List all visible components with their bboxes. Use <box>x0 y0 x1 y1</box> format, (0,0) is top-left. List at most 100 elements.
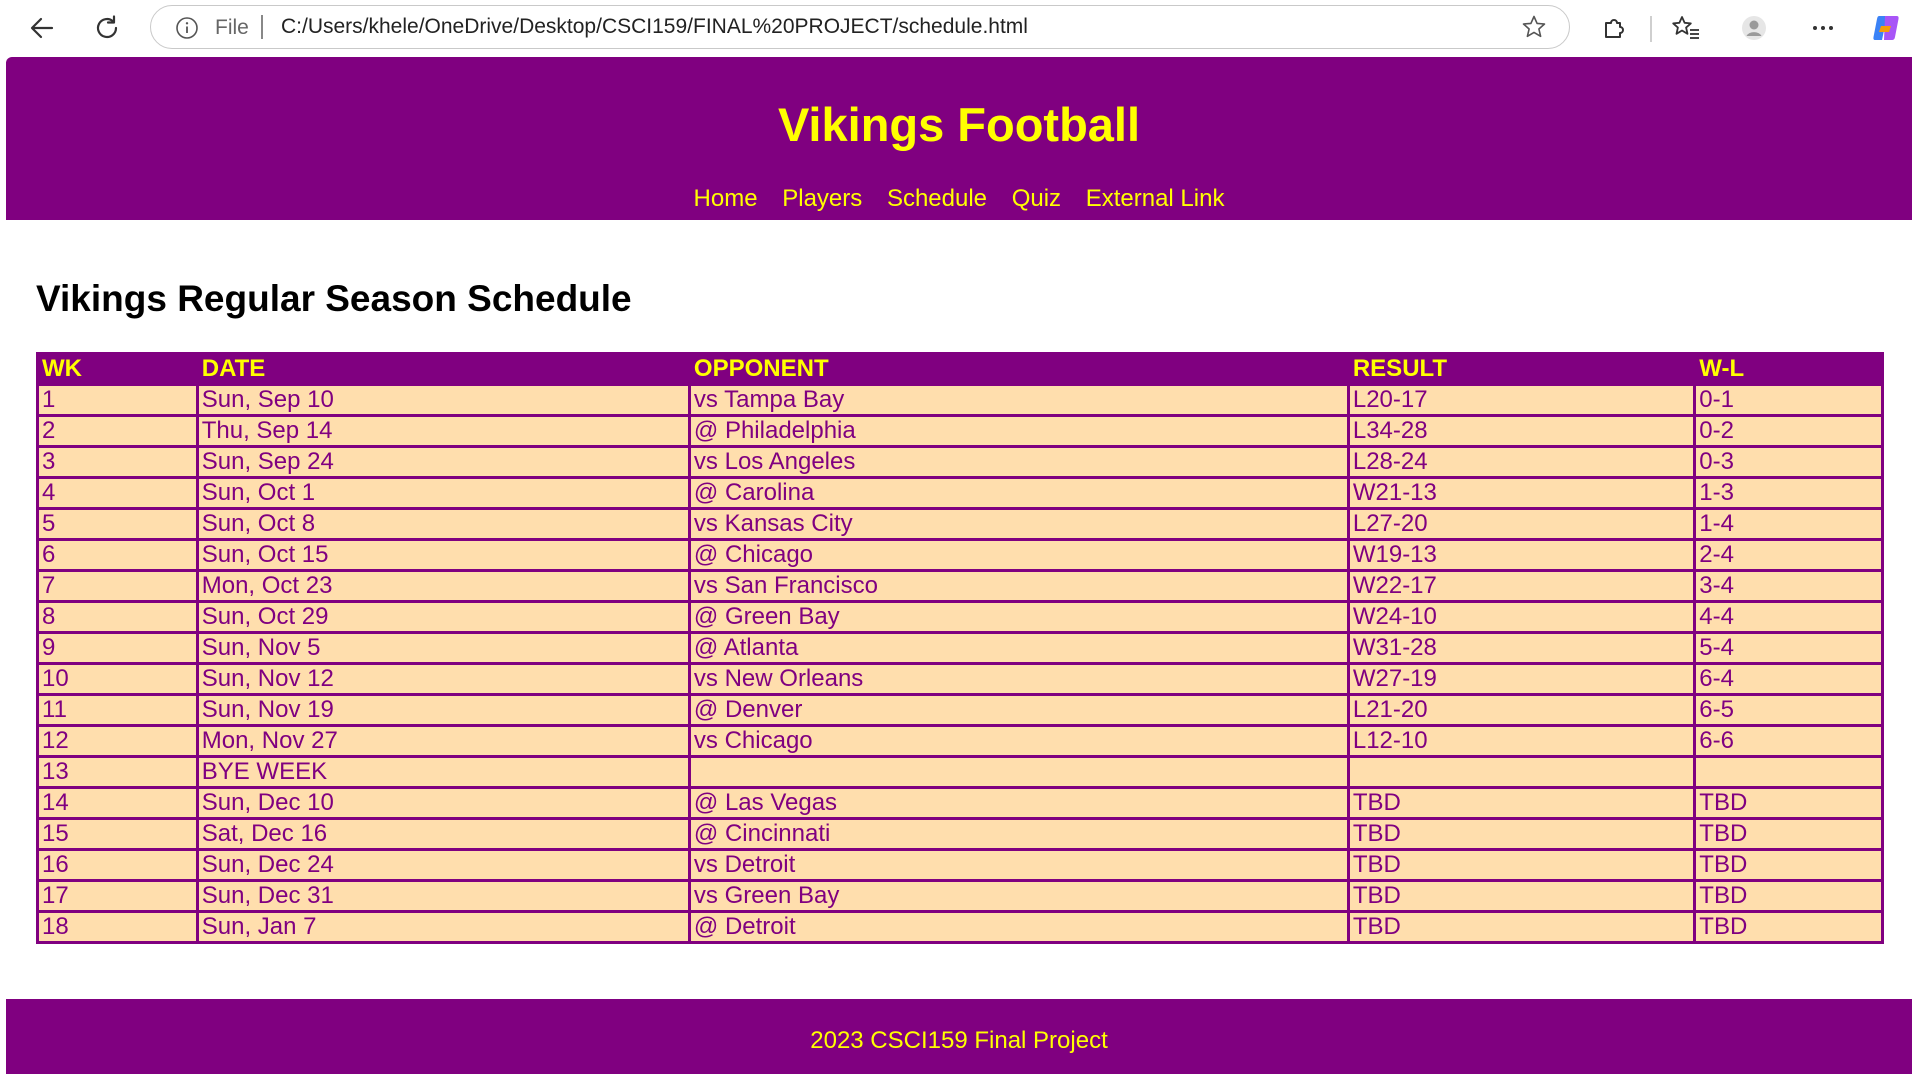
cell-opponent: @ Philadelphia <box>687 414 1350 448</box>
address-bar[interactable]: File C:/Users/khele/OneDrive/Desktop/CSC… <box>150 5 1570 49</box>
table-row: 18 Sun, Jan 7 @ Detroit TBD TBD <box>36 910 1884 944</box>
copilot-button[interactable] <box>1864 8 1908 48</box>
column-header-record: W-L <box>1693 352 1884 386</box>
table-row: 14 Sun, Dec 10 @ Las Vegas TBD TBD <box>36 786 1884 820</box>
cell-week: 1 <box>36 383 199 417</box>
cell-opponent: @ Chicago <box>687 538 1350 572</box>
nav-external-link[interactable]: External Link <box>1086 185 1225 212</box>
cell-date: Sun, Oct 8 <box>195 507 691 541</box>
cell-opponent: vs Green Bay <box>687 879 1350 913</box>
nav-quiz[interactable]: Quiz <box>1012 185 1061 212</box>
cell-opponent: @ Detroit <box>687 910 1350 944</box>
cell-date: Sun, Nov 19 <box>195 693 691 727</box>
table-row: 3 Sun, Sep 24 vs Los Angeles L28-24 0-3 <box>36 445 1884 479</box>
cell-record: TBD <box>1693 786 1884 820</box>
file-label: File <box>215 16 249 39</box>
cell-result: L20-17 <box>1346 383 1697 417</box>
cell-result <box>1346 755 1697 789</box>
cell-date: Sun, Sep 10 <box>195 383 691 417</box>
cell-opponent: vs Kansas City <box>687 507 1350 541</box>
site-title: Vikings Football <box>777 98 1141 151</box>
cell-week: 13 <box>36 755 199 789</box>
cell-result: W24-10 <box>1346 600 1697 634</box>
cell-date: BYE WEEK <box>195 755 691 789</box>
cell-date: Sun, Nov 5 <box>195 631 691 665</box>
star-icon[interactable] <box>1521 14 1547 45</box>
reload-button[interactable] <box>86 8 130 48</box>
cell-result: TBD <box>1346 848 1697 882</box>
table-row: 7 Mon, Oct 23 vs San Francisco W22-17 3-4 <box>36 569 1884 603</box>
favorites-button[interactable] <box>1664 8 1708 48</box>
cell-date: Sun, Dec 31 <box>195 879 691 913</box>
info-icon[interactable] <box>175 16 199 45</box>
address-separator <box>261 15 263 39</box>
cell-week: 6 <box>36 538 199 572</box>
cell-record: 6-6 <box>1693 724 1884 758</box>
reload-icon <box>96 15 118 39</box>
cell-opponent <box>687 755 1350 789</box>
table-row: 9 Sun, Nov 5 @ Atlanta W31-28 5-4 <box>36 631 1884 665</box>
cell-record: 0-1 <box>1693 383 1884 417</box>
cell-record: 1-3 <box>1693 476 1884 510</box>
column-header-opponent: OPPONENT <box>687 352 1350 386</box>
table-body: 1 Sun, Sep 10 vs Tampa Bay L20-17 0-1 2 Thu, S… <box>36 383 1884 944</box>
cell-result: TBD <box>1346 817 1697 851</box>
cell-record: 5-4 <box>1693 631 1884 665</box>
table-row: 13 BYE WEEK <box>36 755 1884 789</box>
page-title: Vikings Regular Season Schedule <box>36 278 632 319</box>
schedule-table: WK DATE OPPONENT RESULT W-L 1 Sun, Sep 10 vs T… <box>36 352 1884 944</box>
cell-result: L21-20 <box>1346 693 1697 727</box>
cell-opponent: vs San Francisco <box>687 569 1350 603</box>
extensions-button[interactable] <box>1592 8 1636 48</box>
cell-week: 4 <box>36 476 199 510</box>
table-row: 4 Sun, Oct 1 @ Carolina W21-13 1-3 <box>36 476 1884 510</box>
nav-players[interactable]: Players <box>782 185 862 212</box>
table-row: 10 Sun, Nov 12 vs New Orleans W27-19 6-4 <box>36 662 1884 696</box>
table-row: 17 Sun, Dec 31 vs Green Bay TBD TBD <box>36 879 1884 913</box>
cell-record: 2-4 <box>1693 538 1884 572</box>
url-text[interactable]: C:/Users/khele/OneDrive/Desktop/CSCI159/… <box>281 15 1028 39</box>
extensions-icon <box>1605 19 1624 38</box>
profile-icon <box>1742 16 1766 40</box>
cell-date: Sun, Dec 24 <box>195 848 691 882</box>
nav-schedule[interactable]: Schedule <box>887 185 987 212</box>
table-row: 5 Sun, Oct 8 vs Kansas City L27-20 1-4 <box>36 507 1884 541</box>
cell-result: TBD <box>1346 786 1697 820</box>
cell-opponent: @ Cincinnati <box>687 817 1350 851</box>
cell-week: 14 <box>36 786 199 820</box>
cell-record: TBD <box>1693 879 1884 913</box>
table-row: 16 Sun, Dec 24 vs Detroit TBD TBD <box>36 848 1884 882</box>
table-row: 12 Mon, Nov 27 vs Chicago L12-10 6-6 <box>36 724 1884 758</box>
cell-opponent: vs New Orleans <box>687 662 1350 696</box>
cell-date: Thu, Sep 14 <box>195 414 691 448</box>
browser-toolbar: File C:/Users/khele/OneDrive/Desktop/CSC… <box>0 0 1912 57</box>
cell-result: L28-24 <box>1346 445 1697 479</box>
profile-button[interactable] <box>1732 8 1776 48</box>
cell-week: 5 <box>36 507 199 541</box>
more-button[interactable] <box>1801 8 1845 48</box>
cell-result: W19-13 <box>1346 538 1697 572</box>
back-arrow-icon <box>30 17 54 39</box>
cell-week: 12 <box>36 724 199 758</box>
cell-record: 1-4 <box>1693 507 1884 541</box>
cell-record: TBD <box>1693 848 1884 882</box>
cell-opponent: @ Carolina <box>687 476 1350 510</box>
cell-result: W27-19 <box>1346 662 1697 696</box>
cell-result: W31-28 <box>1346 631 1697 665</box>
table-row: 11 Sun, Nov 19 @ Denver L21-20 6-5 <box>36 693 1884 727</box>
cell-opponent: vs Los Angeles <box>687 445 1350 479</box>
favorites-icon <box>1672 16 1699 39</box>
nav-home[interactable]: Home <box>694 185 758 212</box>
back-button[interactable] <box>20 8 64 48</box>
page-content: Vikings Football Home Players Schedule Q… <box>6 57 1912 1074</box>
cell-result: L34-28 <box>1346 414 1697 448</box>
table-header-row: WK DATE OPPONENT RESULT W-L <box>36 352 1884 386</box>
cell-date: Mon, Nov 27 <box>195 724 691 758</box>
cell-date: Sat, Dec 16 <box>195 817 691 851</box>
cell-result: W21-13 <box>1346 476 1697 510</box>
cell-week: 8 <box>36 600 199 634</box>
cell-date: Sun, Jan 7 <box>195 910 691 944</box>
cell-result: L12-10 <box>1346 724 1697 758</box>
cell-record: 0-3 <box>1693 445 1884 479</box>
cell-week: 2 <box>36 414 199 448</box>
